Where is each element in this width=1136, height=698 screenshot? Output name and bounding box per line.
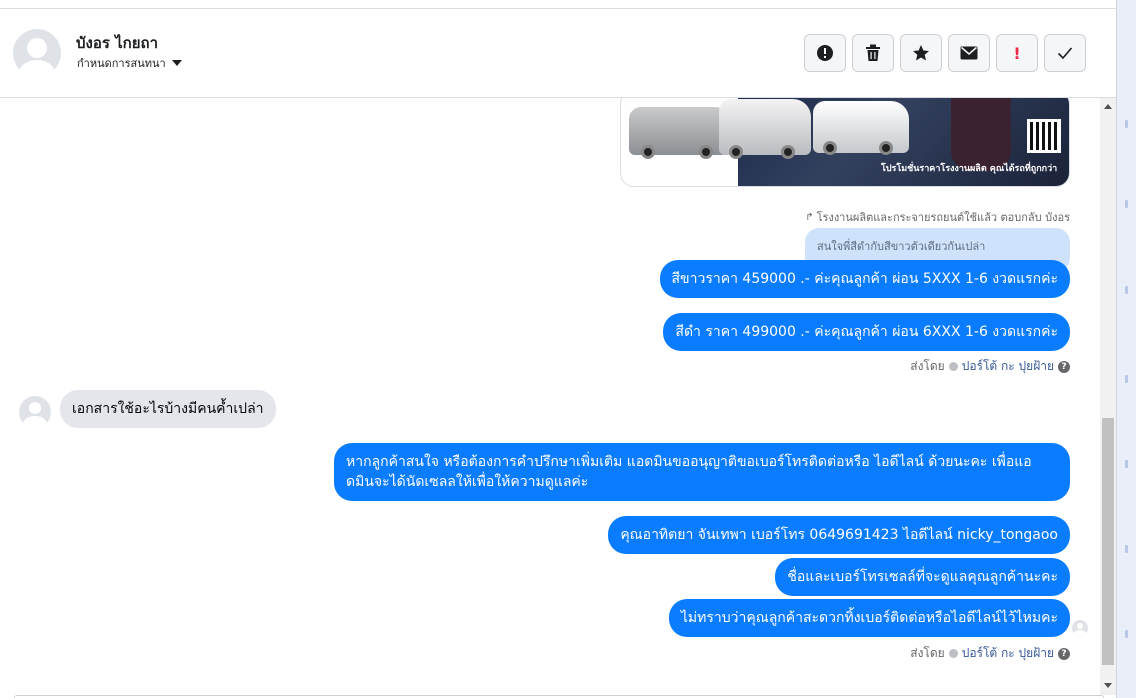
exclamation-circle-icon — [817, 45, 833, 61]
contact-avatar[interactable] — [13, 29, 61, 77]
outgoing-message[interactable]: คุณอาทิตยา จันเทพา เบอร์โทร 0649691423 ไ… — [608, 516, 1070, 554]
checkmark-icon — [1057, 47, 1073, 60]
incoming-message[interactable]: เอกสารใช้อะไรบ้างมีคนค้ำเปล่า — [60, 390, 276, 428]
outgoing-message[interactable]: สีดำ ราคา 499000 .- ค่ะคุณลูกค้า ผ่อน 6X… — [663, 313, 1070, 351]
side-panel-strip — [1116, 0, 1136, 698]
qr-code-icon — [1027, 119, 1061, 153]
outgoing-message[interactable]: ชื่อและเบอร์โทรเซลล์ที่จะดูแลคุณลูกค้านะ… — [775, 558, 1070, 596]
header-actions: ! — [804, 34, 1086, 72]
outgoing-message[interactable]: ไม่ทราบว่าคุณลูกค้าสะดวกทิ้งเบอร์ติดต่อห… — [668, 599, 1070, 637]
message-thread[interactable]: โปรโมชั่นราคาโรงงานผลิต คุณได้รถที่ถูกกว… — [0, 98, 1100, 695]
scroll-down-arrow-icon[interactable] — [1104, 683, 1112, 688]
caret-down-icon — [171, 60, 182, 66]
follow-up-button[interactable]: ! — [996, 34, 1038, 72]
sent-by-info: ส่งโดย ปอร์โต้ กะ ปุยฝ้าย ? — [910, 357, 1070, 376]
sent-by-prefix: ส่งโดย — [910, 359, 945, 373]
sender-avatar[interactable] — [19, 396, 51, 428]
verified-dot-icon — [948, 362, 958, 371]
scroll-up-arrow-icon[interactable] — [1104, 104, 1112, 109]
trash-icon — [866, 44, 880, 61]
promo-caption: โปรโมชั่นราคาโรงงานผลิต คุณได้รถที่ถูกกว… — [881, 164, 1058, 174]
assign-conversation-dropdown[interactable]: กำหนดการสนทนา — [77, 54, 182, 72]
verified-dot-icon — [948, 649, 958, 658]
envelope-icon — [960, 46, 978, 60]
thread-scrollbar[interactable] — [1100, 98, 1116, 695]
help-icon[interactable]: ? — [1058, 360, 1070, 373]
delete-button[interactable] — [852, 34, 894, 72]
seen-indicator-avatar — [1072, 620, 1088, 636]
report-spam-button[interactable] — [804, 34, 846, 72]
scrollbar-thumb[interactable] — [1102, 418, 1114, 665]
messenger-window: บังอร ไกยถา กำหนดการสนทนา ! โปรโมชั่นราค… — [0, 0, 1136, 698]
sent-by-prefix: ส่งโดย — [910, 646, 945, 660]
sender-name[interactable]: ปอร์โต้ กะ ปุยฝ้าย — [962, 357, 1054, 376]
star-icon — [913, 45, 929, 61]
mark-unread-button[interactable] — [948, 34, 990, 72]
mark-done-button[interactable] — [1044, 34, 1086, 72]
reply-arrow-icon: ↱ — [805, 211, 814, 223]
assign-label: กำหนดการสนทนา — [77, 57, 166, 70]
reply-meta: ↱ โรงงานผลิตและกระจายรถยนต์ใช้แล้ว ตอบกล… — [805, 208, 1070, 226]
conversation-header: บังอร ไกยถา กำหนดการสนทนา ! — [0, 9, 1116, 98]
star-button[interactable] — [900, 34, 942, 72]
reply-meta-text: โรงงานผลิตและกระจายรถยนต์ใช้แล้ว ตอบกลับ… — [816, 211, 1070, 224]
sender-name[interactable]: ปอร์โต้ กะ ปุยฝ้าย — [962, 644, 1054, 663]
red-exclamation-icon: ! — [1013, 43, 1021, 63]
contact-name[interactable]: บังอร ไกยถา — [76, 31, 158, 55]
outgoing-message[interactable]: หากลูกค้าสนใจ หรือต้องการคำปรึกษาเพิ่มเต… — [334, 443, 1070, 501]
help-icon[interactable]: ? — [1058, 647, 1070, 660]
shared-image-card[interactable]: โปรโมชั่นราคาโรงงานผลิต คุณได้รถที่ถูกกว… — [620, 98, 1070, 187]
outgoing-message[interactable]: สีขาวราคา 459000 .- ค่ะคุณลูกค้า ผ่อน 5X… — [659, 260, 1070, 298]
sent-by-info: ส่งโดย ปอร์โต้ กะ ปุยฝ้าย ? — [910, 644, 1070, 663]
